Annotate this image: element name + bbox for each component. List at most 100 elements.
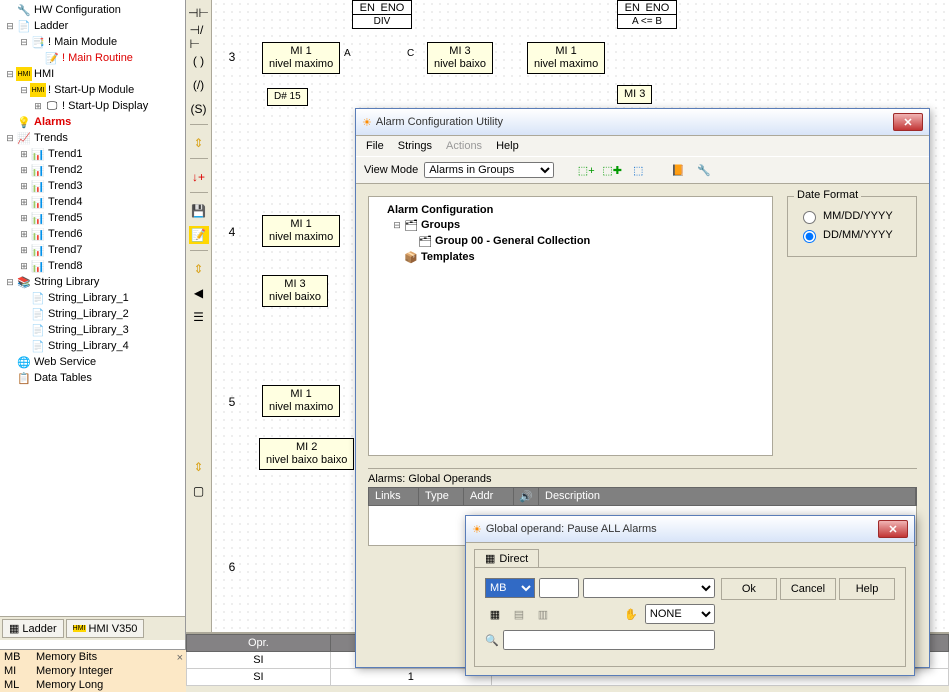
rung-number-6: 6 <box>222 560 242 574</box>
tab-ladder[interactable]: ▦Ladder <box>2 619 64 638</box>
tree-trend2[interactable]: ⊞📊Trend2 <box>2 162 183 178</box>
menu-file[interactable]: File <box>366 140 384 152</box>
book-icon[interactable]: 📙 <box>668 161 688 179</box>
block-d15[interactable]: D# 15 <box>267 88 308 106</box>
tree-string-lib-3[interactable]: 📄String_Library_3 <box>2 322 183 338</box>
tree-trends[interactable]: ⊟📈Trends <box>2 130 183 146</box>
tree-trend6[interactable]: ⊞📊Trend6 <box>2 226 183 242</box>
tree-alarms[interactable]: 💡Alarms <box>2 114 183 130</box>
tree-trend8[interactable]: ⊞📊Trend8 <box>2 258 183 274</box>
tree-ladder[interactable]: ⊟📄Ladder <box>2 18 183 34</box>
tool-layers[interactable]: ☰ <box>189 308 209 326</box>
legend-ml: MLMemory Long <box>0 678 186 692</box>
ok-button[interactable]: Ok <box>721 578 777 600</box>
group-add-icon[interactable]: ⬚✚ <box>602 161 622 179</box>
block-mi3-c[interactable]: MI 3nivel baixo <box>427 42 493 74</box>
radio-ddmm[interactable]: DD/MM/YYYY <box>798 227 906 243</box>
block-r4-mi1[interactable]: MI 1nivel maximo <box>262 215 340 247</box>
col-speaker-icon[interactable]: 🔊 <box>514 488 539 505</box>
tool-left[interactable]: ◀ <box>189 284 209 302</box>
help-button[interactable]: Help <box>839 578 895 600</box>
alarm-groups[interactable]: ⊟🗂Groups <box>375 217 766 233</box>
legend-close-icon[interactable]: × <box>177 652 183 664</box>
tree-string-lib-4[interactable]: 📄String_Library_4 <box>2 338 183 354</box>
tab-hmi[interactable]: HMIHMI V350 <box>66 619 145 638</box>
tree-data-tables[interactable]: 📋Data Tables <box>2 370 183 386</box>
tree-trend4[interactable]: ⊞📊Trend4 <box>2 194 183 210</box>
block-mi1-a[interactable]: MI 1nivel maximo <box>262 42 340 74</box>
tree-string-lib-2[interactable]: 📄String_Library_2 <box>2 306 183 322</box>
dialog-buttons: Ok Cancel Help <box>721 578 895 656</box>
tool-neg-coil[interactable]: (/) <box>189 76 209 94</box>
tool-contact[interactable]: ⊣⊢ <box>189 4 209 22</box>
tree-startup-module[interactable]: ⊟HMI! Start-Up Module <box>2 82 183 98</box>
tree-main-module[interactable]: ⊟📑! Main Module <box>2 34 183 50</box>
menu-strings[interactable]: Strings <box>398 140 432 152</box>
viewmode-select[interactable]: Alarms in Groups <box>424 162 554 178</box>
menu-actions[interactable]: Actions <box>446 140 482 152</box>
trend-icon: 📊 <box>30 259 46 273</box>
tool-nav-down[interactable]: ⇕ <box>189 458 209 476</box>
tree-hmi[interactable]: ⊟HMIHMI <box>2 66 183 82</box>
tree-string-library[interactable]: ⊟📚String Library <box>2 274 183 290</box>
operand-desc-select[interactable] <box>583 578 715 598</box>
col-addr[interactable]: Addr <box>464 488 514 505</box>
block-r5-mi2[interactable]: MI 2nivel baixo baixo <box>259 438 354 470</box>
global-operand-dialog: ☀ Global operand: Pause ALL Alarms ✕ ▦Di… <box>465 515 915 676</box>
grid-icon[interactable]: ▦ <box>485 605 505 623</box>
alarm-templates[interactable]: 📦Templates <box>375 249 766 265</box>
operand-type-select[interactable]: MB <box>485 578 535 598</box>
tree-startup-display[interactable]: ⊞🖵! Start-Up Display <box>2 98 183 114</box>
cancel-button[interactable]: Cancel <box>780 578 836 600</box>
alarm-tree-root[interactable]: Alarm Configuration <box>375 203 766 217</box>
tree-hw-config[interactable]: 🔧HW Configuration <box>2 2 183 18</box>
hand-icon[interactable]: ✋ <box>621 605 641 623</box>
menu-help[interactable]: Help <box>496 140 519 152</box>
block-mi1-input[interactable]: MI 1nivel maximo <box>527 42 605 74</box>
tree-trend5[interactable]: ⊞📊Trend5 <box>2 210 183 226</box>
preset-select[interactable]: NONE <box>645 604 715 624</box>
project-tree[interactable]: 🔧HW Configuration ⊟📄Ladder ⊟📑! Main Modu… <box>0 0 185 616</box>
tool-box[interactable]: ▢ <box>189 482 209 500</box>
search-input[interactable] <box>503 630 715 650</box>
group-icon[interactable]: ⬚ <box>628 161 648 179</box>
struct-icon[interactable]: 🔧 <box>694 161 714 179</box>
operand-close-button[interactable]: ✕ <box>878 520 908 538</box>
tree-trend7[interactable]: ⊞📊Trend7 <box>2 242 183 258</box>
align-left-icon[interactable]: ▤ <box>509 605 529 623</box>
tab-direct[interactable]: ▦Direct <box>474 549 539 567</box>
tool-updown[interactable]: ⇕ <box>189 260 209 278</box>
radio-mmdd[interactable]: MM/DD/YYYY <box>798 208 906 224</box>
col-description[interactable]: Description <box>539 488 916 505</box>
add-alarm-icon[interactable]: ⬚+ <box>576 161 596 179</box>
tool-neg-contact[interactable]: ⊣/⊢ <box>189 28 209 46</box>
alarm-group00[interactable]: 🗂Group 00 - General Collection <box>375 233 766 249</box>
block-mi3-b[interactable]: MI 3 <box>617 85 652 104</box>
radio-ddmm-input[interactable] <box>803 230 816 243</box>
tree-string-lib-1[interactable]: 📄String_Library_1 <box>2 290 183 306</box>
align-icon[interactable]: ▥ <box>533 605 553 623</box>
radio-mmdd-input[interactable] <box>803 211 816 224</box>
tool-coil[interactable]: ( ) <box>189 52 209 70</box>
operand-addr-input[interactable] <box>539 578 579 598</box>
alarm-titlebar[interactable]: ☀ Alarm Configuration Utility ✕ <box>356 109 929 136</box>
trend-icon: 📊 <box>30 243 46 257</box>
block-r4-mi3[interactable]: MI 3nivel baixo <box>262 275 328 307</box>
alarm-tree[interactable]: Alarm Configuration ⊟🗂Groups 🗂Group 00 -… <box>368 196 773 456</box>
col-links[interactable]: Links <box>369 488 419 505</box>
grid-col-opr[interactable]: Opr. <box>187 635 331 652</box>
tool-resize[interactable]: ⇕ <box>189 134 209 152</box>
tree-trend1[interactable]: ⊞📊Trend1 <box>2 146 183 162</box>
tool-insert[interactable]: ↓+ <box>189 168 209 186</box>
tree-trend3[interactable]: ⊞📊Trend3 <box>2 178 183 194</box>
tool-set[interactable]: (S) <box>189 100 209 118</box>
tree-main-routine[interactable]: 📝! Main Routine <box>2 50 183 66</box>
routine-icon: 📝 <box>44 51 60 65</box>
operand-titlebar[interactable]: ☀ Global operand: Pause ALL Alarms ✕ <box>466 516 914 543</box>
tool-drive[interactable]: 💾 <box>189 202 209 220</box>
tool-note[interactable]: 📝 <box>189 226 209 244</box>
col-type[interactable]: Type <box>419 488 464 505</box>
alarm-close-button[interactable]: ✕ <box>893 113 923 131</box>
tree-web-service[interactable]: 🌐Web Service <box>2 354 183 370</box>
block-r5-mi1[interactable]: MI 1nivel maximo <box>262 385 340 417</box>
